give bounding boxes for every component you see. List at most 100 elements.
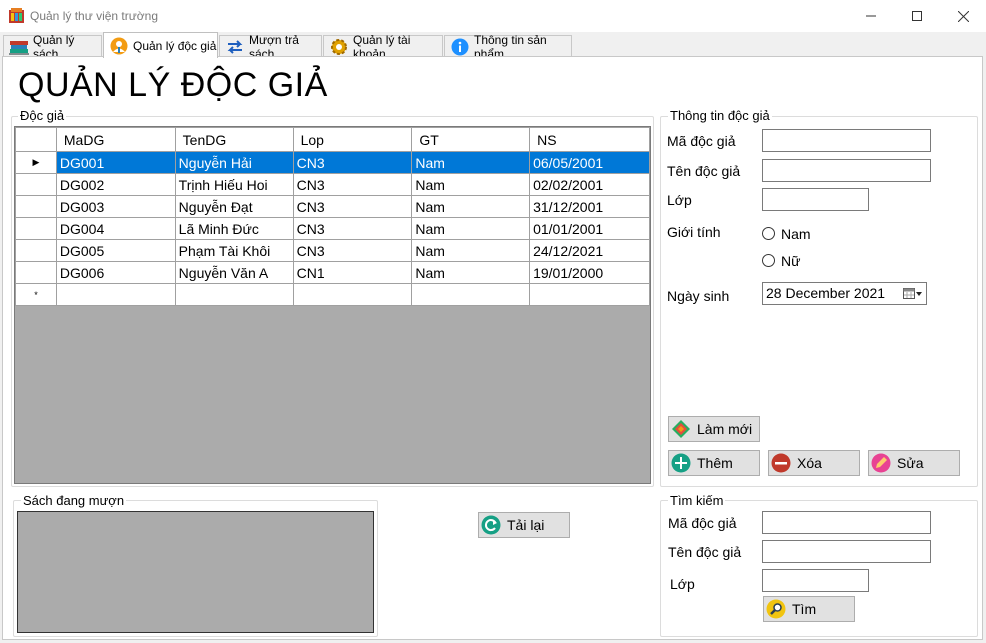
close-icon (957, 10, 969, 22)
tab-thong-tin-san-pham[interactable]: Thông tin sản phẩm (444, 33, 572, 61)
row-header[interactable] (15, 195, 57, 218)
cell-ns[interactable]: 31/12/2001 (529, 195, 650, 218)
cell-ns[interactable]: 24/12/2021 (529, 239, 650, 262)
search-icon (766, 599, 786, 619)
search-ten-label: Tên độc giả (668, 544, 742, 560)
nam-radio-label[interactable]: Nam (781, 226, 811, 242)
maximize-button[interactable] (894, 0, 940, 32)
tab-quan-ly-tai-khoan[interactable]: Quản lý tài khoản (323, 33, 443, 61)
tab-muon-tra-sach[interactable]: Mượn trả sách (219, 33, 322, 61)
tab-quan-ly-sach[interactable]: Quản lý sách (3, 33, 102, 61)
lam-moi-button[interactable]: Làm mới (668, 416, 760, 442)
row-header[interactable] (15, 173, 57, 196)
cell-lop[interactable]: CN3 (292, 239, 413, 262)
ngay-sinh-datepicker[interactable]: 28 December 2021 (762, 282, 927, 305)
gear-icon (329, 38, 349, 56)
search-group-label: Tìm kiếm (668, 493, 726, 508)
books-icon (9, 38, 29, 56)
ma-doc-gia-label: Mã độc giả (667, 133, 736, 149)
cell-gt[interactable]: Nam (411, 261, 531, 284)
cell-tendg[interactable]: Nguyễn Văn A (174, 261, 294, 284)
borrowed-books-grid[interactable] (17, 511, 374, 633)
row-header[interactable] (15, 261, 57, 284)
lam-moi-label: Làm mới (697, 421, 753, 437)
cell-lop[interactable]: CN3 (292, 151, 413, 174)
new-row[interactable]: * (15, 283, 650, 306)
reader-icon (109, 37, 129, 55)
cell-madg[interactable]: DG004 (55, 217, 176, 240)
close-button[interactable] (940, 0, 986, 32)
column-header-madg[interactable]: MaDG (55, 127, 176, 152)
cell-ns[interactable]: 06/05/2001 (529, 151, 650, 174)
cell-ns[interactable]: 02/02/2001 (529, 173, 650, 196)
search-ma-label: Mã độc giả (668, 515, 737, 531)
cell-madg[interactable]: DG002 (55, 173, 176, 196)
cell-gt[interactable]: Nam (411, 173, 531, 196)
column-header-tendg[interactable]: TenDG (174, 127, 294, 152)
nu-radio[interactable] (762, 254, 775, 267)
tim-button[interactable]: Tìm (763, 596, 855, 622)
table-row[interactable]: DG004 Lã Minh Đức CN3 Nam 01/01/2001 (15, 217, 650, 240)
cell-tendg[interactable]: Trịnh Hiếu Hoi (174, 173, 294, 196)
minimize-button[interactable] (848, 0, 894, 32)
delete-icon (771, 453, 791, 473)
cell-madg[interactable]: DG003 (55, 195, 176, 218)
table-row[interactable]: DG003 Nguyễn Đạt CN3 Nam 31/12/2001 (15, 195, 650, 218)
cell-gt[interactable]: Nam (411, 195, 531, 218)
tai-lai-label: Tải lại (507, 517, 545, 533)
cell-tendg[interactable]: Phạm Tài Khôi (174, 239, 294, 262)
row-header[interactable] (15, 217, 57, 240)
column-header-gt[interactable]: GT (411, 127, 531, 152)
search-ten-input[interactable] (762, 540, 931, 563)
cell-new[interactable] (174, 283, 294, 306)
cell-gt[interactable]: Nam (411, 151, 531, 174)
cell-tendg[interactable]: Lã Minh Đức (174, 217, 294, 240)
cell-madg[interactable]: DG001 (55, 151, 176, 174)
nu-radio-label[interactable]: Nữ (781, 253, 800, 269)
lop-input[interactable] (762, 188, 869, 211)
lop-label: Lớp (667, 192, 692, 208)
cell-gt[interactable]: Nam (411, 217, 531, 240)
ten-doc-gia-input[interactable] (762, 159, 931, 182)
cell-lop[interactable]: CN1 (292, 261, 413, 284)
cell-madg[interactable]: DG006 (55, 261, 176, 284)
search-ma-input[interactable] (762, 511, 931, 534)
xoa-button[interactable]: Xóa (768, 450, 860, 476)
nam-radio[interactable] (762, 227, 775, 240)
cell-tendg[interactable]: Nguyễn Hải (174, 151, 294, 174)
exchange-arrows-icon (225, 38, 245, 56)
table-row[interactable]: DG006 Nguyễn Văn A CN1 Nam 19/01/2000 (15, 261, 650, 284)
cell-lop[interactable]: CN3 (292, 195, 413, 218)
cell-new[interactable] (55, 283, 176, 306)
cell-madg[interactable]: DG005 (55, 239, 176, 262)
search-lop-input[interactable] (762, 569, 869, 592)
table-row[interactable]: DG002 Trịnh Hiếu Hoi CN3 Nam 02/02/2001 (15, 173, 650, 196)
cell-lop[interactable]: CN3 (292, 217, 413, 240)
minimize-icon (866, 15, 876, 17)
refresh-diamond-icon (671, 419, 691, 439)
them-label: Thêm (697, 455, 733, 471)
ten-doc-gia-label: Tên độc giả (667, 163, 741, 179)
tab-quan-ly-doc-gia[interactable]: Quản lý độc giả (103, 32, 218, 58)
cell-tendg[interactable]: Nguyễn Đạt (174, 195, 294, 218)
cell-ns[interactable]: 19/01/2000 (529, 261, 650, 284)
tab-strip: Quản lý sách Quản lý độc giả Mượn trả sá… (0, 32, 986, 61)
column-header-lop[interactable]: Lop (292, 127, 413, 152)
readers-datagrid[interactable]: MaDG TenDG Lop GT NS ▶ DG001 Nguyễn Hải … (14, 126, 651, 484)
cell-gt[interactable]: Nam (411, 239, 531, 262)
column-header-ns[interactable]: NS (529, 127, 650, 152)
cell-ns[interactable]: 01/01/2001 (529, 217, 650, 240)
page-title: QUẢN LÝ ĐỘC GIẢ (18, 66, 328, 104)
cell-new[interactable] (529, 283, 650, 306)
cell-lop[interactable]: CN3 (292, 173, 413, 196)
cell-new[interactable] (411, 283, 531, 306)
table-row[interactable]: ▶ DG001 Nguyễn Hải CN3 Nam 06/05/2001 (15, 151, 650, 174)
ma-doc-gia-input[interactable] (762, 129, 931, 152)
them-button[interactable]: Thêm (668, 450, 760, 476)
sua-button[interactable]: Sửa (868, 450, 960, 476)
row-header[interactable] (15, 239, 57, 262)
table-row[interactable]: DG005 Phạm Tài Khôi CN3 Nam 24/12/2021 (15, 239, 650, 262)
cell-new[interactable] (292, 283, 413, 306)
tai-lai-button[interactable]: Tải lại (478, 512, 570, 538)
calendar-dropdown-icon[interactable] (903, 286, 923, 301)
